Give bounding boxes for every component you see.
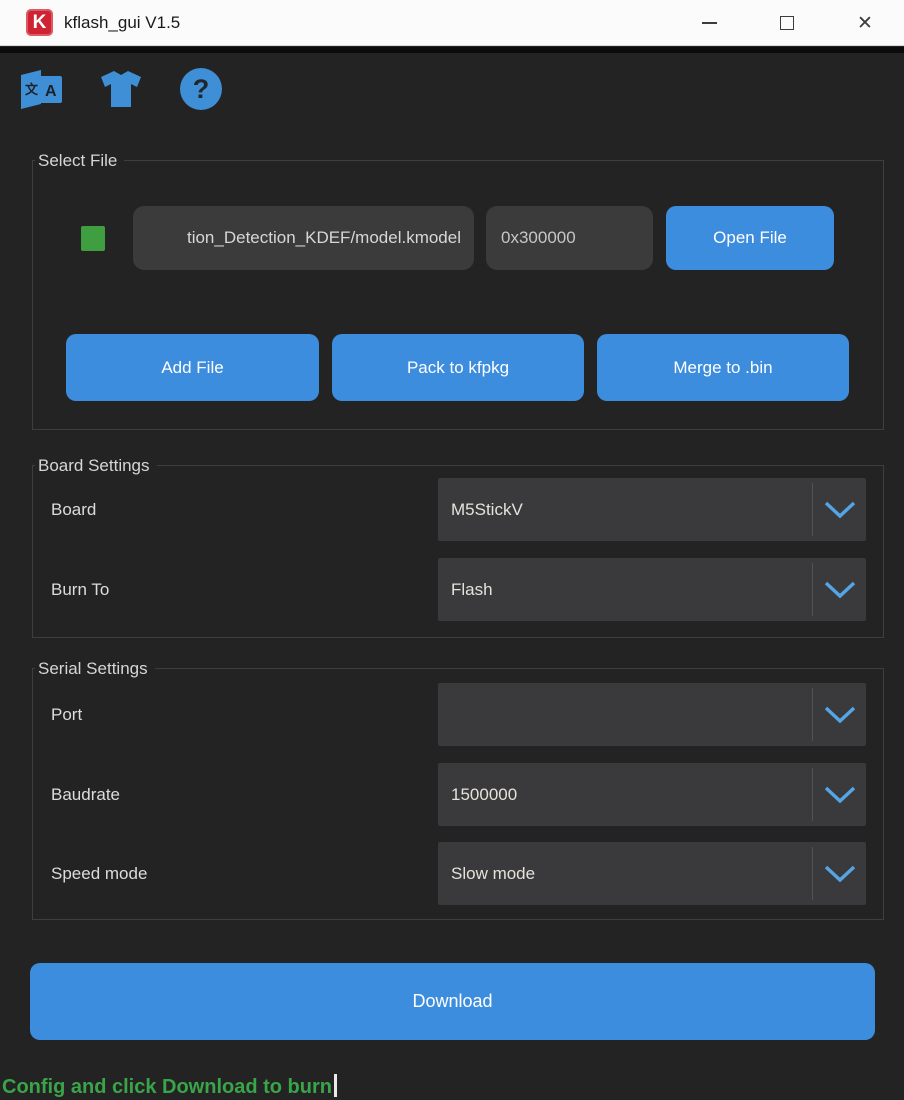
- port-row: Port: [33, 683, 883, 746]
- minimize-button[interactable]: [670, 0, 748, 46]
- board-label: Board: [51, 500, 96, 520]
- chevron-down-icon: [823, 786, 857, 804]
- port-label: Port: [51, 705, 82, 725]
- theme-button[interactable]: [98, 66, 144, 112]
- titlebar: K kflash_gui V1.5 ✕: [0, 0, 904, 46]
- status-text: Config and click Download to burn: [2, 1076, 332, 1098]
- burn-to-row: Burn To Flash: [33, 558, 883, 621]
- titlebar-separator: [0, 47, 904, 53]
- close-button[interactable]: ✕: [826, 0, 904, 46]
- baudrate-select-value: 1500000: [451, 785, 517, 805]
- chevron-down-icon: [823, 501, 857, 519]
- text-cursor: [334, 1074, 337, 1097]
- app-logo-icon: K: [26, 9, 53, 36]
- select-divider: [812, 768, 813, 821]
- pack-to-kfpkg-button[interactable]: Pack to kfpkg: [332, 334, 584, 401]
- toolbar: 文 A ?: [18, 64, 224, 114]
- open-file-button[interactable]: Open File: [666, 206, 834, 270]
- port-select[interactable]: [438, 683, 866, 746]
- select-divider: [812, 563, 813, 616]
- board-row: Board M5StickV: [33, 478, 883, 541]
- speed-mode-select-value: Slow mode: [451, 864, 535, 884]
- burn-to-select[interactable]: Flash: [438, 558, 866, 621]
- select-file-group: Select File tion_Detection_KDEF/model.km…: [32, 160, 884, 430]
- language-button[interactable]: 文 A: [18, 66, 64, 112]
- chevron-down-icon: [823, 706, 857, 724]
- board-select-value: M5StickV: [451, 500, 523, 520]
- window-title: kflash_gui V1.5: [64, 13, 180, 33]
- burn-to-label: Burn To: [51, 580, 109, 600]
- select-file-group-label: Select File: [35, 151, 124, 171]
- select-divider: [812, 847, 813, 900]
- burn-to-select-value: Flash: [451, 580, 493, 600]
- maximize-button[interactable]: [748, 0, 826, 46]
- speed-mode-select[interactable]: Slow mode: [438, 842, 866, 905]
- status-message: Config and click Download to burn: [2, 1074, 337, 1099]
- serial-settings-group: Serial Settings Port Baudrate 1500000 Sp…: [32, 668, 884, 920]
- help-icon: ?: [180, 68, 222, 110]
- board-settings-group: Board Settings Board M5StickV Burn To Fl…: [32, 465, 884, 638]
- board-settings-group-label: Board Settings: [35, 456, 157, 476]
- baudrate-select[interactable]: 1500000: [438, 763, 866, 826]
- minimize-icon: [702, 22, 717, 24]
- merge-to-bin-button[interactable]: Merge to .bin: [597, 334, 849, 401]
- window-controls: ✕: [670, 0, 904, 46]
- chevron-down-icon: [823, 865, 857, 883]
- file-enabled-checkbox[interactable]: [81, 226, 105, 251]
- baudrate-row: Baudrate 1500000: [33, 763, 883, 826]
- close-icon: ✕: [857, 14, 873, 33]
- baudrate-label: Baudrate: [51, 785, 120, 805]
- download-button[interactable]: Download: [30, 963, 875, 1040]
- burn-address-field[interactable]: 0x300000: [486, 206, 653, 270]
- add-file-button[interactable]: Add File: [66, 334, 319, 401]
- tshirt-icon: [99, 69, 143, 109]
- select-divider: [812, 483, 813, 536]
- language-icon: 文 A: [18, 68, 64, 110]
- svg-text:文: 文: [25, 82, 39, 97]
- select-divider: [812, 688, 813, 741]
- help-button[interactable]: ?: [178, 66, 224, 112]
- svg-text:A: A: [45, 83, 57, 100]
- board-select[interactable]: M5StickV: [438, 478, 866, 541]
- serial-settings-group-label: Serial Settings: [35, 659, 155, 679]
- speed-mode-row: Speed mode Slow mode: [33, 842, 883, 905]
- chevron-down-icon: [823, 581, 857, 599]
- maximize-icon: [780, 16, 794, 30]
- speed-mode-label: Speed mode: [51, 864, 147, 884]
- file-path-field[interactable]: tion_Detection_KDEF/model.kmodel: [133, 206, 474, 270]
